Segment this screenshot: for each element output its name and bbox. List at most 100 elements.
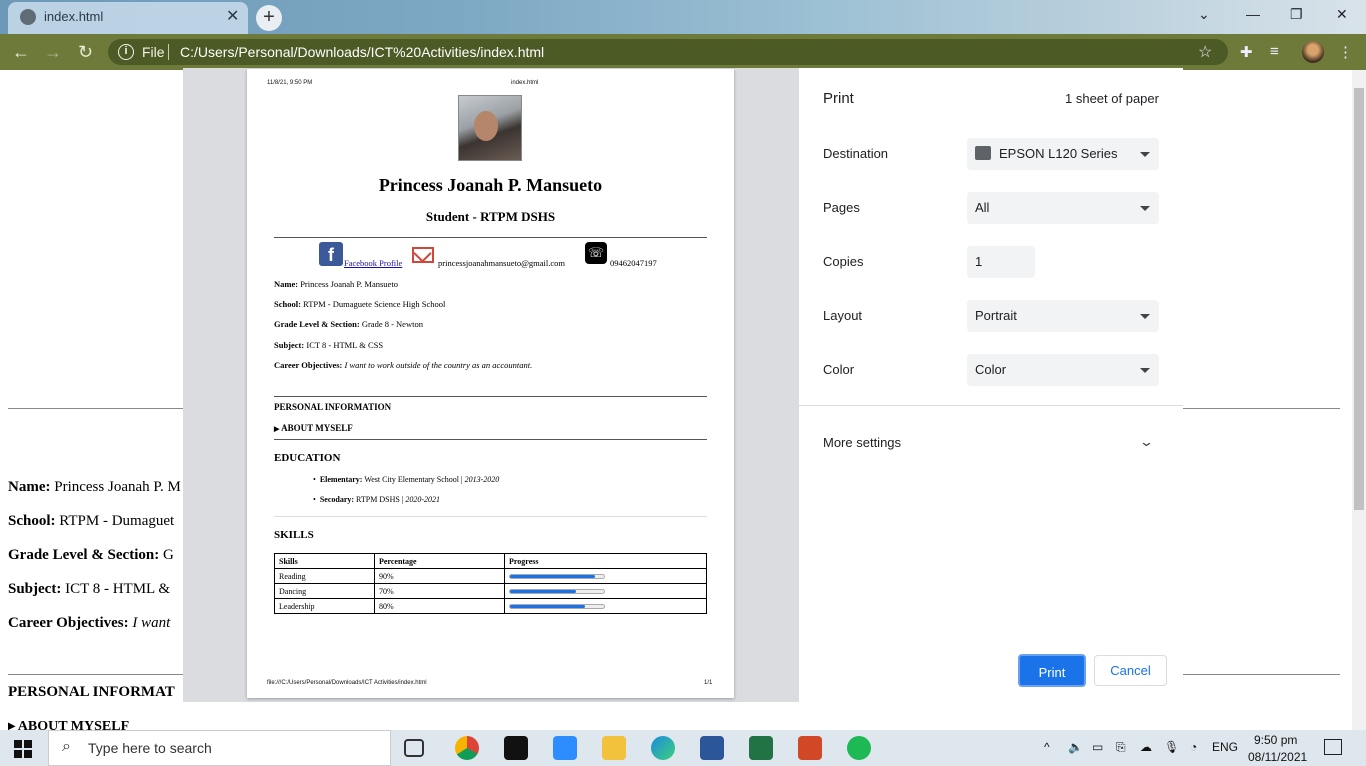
wifi-icon[interactable]: ◔ bbox=[1190, 740, 1197, 754]
table-header-row: Skills Percentage Progress bbox=[274, 553, 707, 569]
battery-icon[interactable]: ▭ bbox=[1092, 740, 1103, 754]
tab-title[interactable]: index.html bbox=[44, 9, 103, 24]
taskbar-search-placeholder[interactable]: Type here to search bbox=[88, 740, 212, 756]
preview-header-date: 11/8/21, 9:50 PM bbox=[267, 80, 313, 86]
info-name-row: Name: Princess Joanah P. Mansueto bbox=[274, 279, 398, 289]
chrome-icon[interactable] bbox=[455, 736, 479, 760]
new-tab-button[interactable]: + bbox=[256, 5, 282, 31]
color-label: Color bbox=[823, 362, 855, 377]
skill-name: Dancing bbox=[274, 583, 375, 599]
layout-select[interactable]: Portrait bbox=[967, 300, 1159, 332]
divider bbox=[274, 237, 707, 238]
copies-label: Copies bbox=[823, 254, 864, 269]
file-explorer-icon[interactable] bbox=[602, 736, 626, 760]
usb-icon[interactable]: ⎘ bbox=[1116, 740, 1126, 755]
info-career-row: Career Objectives: I want to work outsid… bbox=[274, 360, 533, 370]
layout-label: Layout bbox=[823, 308, 863, 323]
chevron-up-icon[interactable]: ^ bbox=[1044, 740, 1050, 754]
email-text: princessjoanahmansueto@gmail.com bbox=[438, 258, 566, 268]
search-icon: ⌕ bbox=[62, 738, 71, 755]
edge-icon[interactable] bbox=[651, 736, 675, 760]
personal-info-heading: PERSONAL INFORMATION bbox=[274, 402, 392, 412]
preview-page: 11/8/21, 9:50 PM index.html Princess Joa… bbox=[247, 69, 734, 698]
word-icon[interactable] bbox=[700, 736, 724, 760]
progress-fill bbox=[510, 590, 576, 594]
progress-bar bbox=[509, 589, 605, 595]
preview-header-title: index.html bbox=[511, 80, 539, 86]
education-heading: EDUCATION bbox=[274, 452, 341, 464]
print-button[interactable]: Print bbox=[1018, 654, 1086, 687]
progress-fill bbox=[510, 605, 586, 609]
more-settings-toggle[interactable]: More settings bbox=[823, 435, 901, 450]
clock-date[interactable]: 08/11/2021 bbox=[1248, 750, 1307, 764]
triangle-right-icon: ▶ bbox=[274, 425, 280, 433]
education-item-secondary: • Secodary: RTPM DSHS | 2020-2021 bbox=[313, 495, 441, 504]
address-scheme: File bbox=[142, 44, 165, 60]
cancel-button[interactable]: Cancel bbox=[1094, 655, 1167, 686]
menu-icon[interactable]: ⋮ bbox=[1338, 43, 1353, 61]
bookmark-star-icon[interactable]: ☆ bbox=[1198, 42, 1212, 62]
zoom-icon[interactable] bbox=[553, 736, 577, 760]
chevron-down-icon[interactable]: ⌄ bbox=[1139, 434, 1154, 450]
progress-bar bbox=[509, 574, 605, 580]
window-close-icon[interactable]: ✕ bbox=[1336, 6, 1348, 23]
onedrive-icon[interactable]: ☁ bbox=[1140, 740, 1152, 754]
facebook-link[interactable]: Facebook Profile bbox=[344, 258, 402, 268]
reload-icon[interactable]: ↻ bbox=[78, 42, 93, 63]
minimize-icon[interactable]: — bbox=[1246, 6, 1260, 22]
restore-icon[interactable]: ❐ bbox=[1290, 6, 1303, 23]
spotify-icon[interactable] bbox=[847, 736, 871, 760]
info-grade-row: Grade Level & Section: Grade 8 - Newton bbox=[274, 319, 423, 329]
microphone-icon[interactable]: 🎙 bbox=[1164, 740, 1179, 754]
skill-name: Leadership bbox=[274, 598, 375, 614]
address-url[interactable]: C:/Users/Personal/Downloads/ICT%20Activi… bbox=[180, 44, 544, 60]
excel-icon[interactable] bbox=[749, 736, 773, 760]
tab-close-icon[interactable]: ✕ bbox=[226, 6, 239, 26]
extensions-icon[interactable]: ✚ bbox=[1240, 43, 1253, 61]
bg-about-summary[interactable]: ▸ ABOUT MYSELF bbox=[8, 718, 129, 730]
scrollbar-thumb[interactable] bbox=[1354, 88, 1364, 510]
divider bbox=[274, 516, 707, 517]
task-view-icon[interactable] bbox=[404, 739, 424, 757]
education-item-elementary: • Elementary: West City Elementary Schoo… bbox=[313, 475, 500, 484]
info-school-row: School: RTPM - Dumaguete Science High Sc… bbox=[274, 299, 446, 309]
bg-name-row: Name: Princess Joanah P. M bbox=[8, 479, 181, 495]
resume-role: Student - RTPM DSHS bbox=[425, 209, 556, 224]
facebook-icon: f bbox=[319, 242, 343, 266]
preview-footer-page: 1/1 bbox=[704, 680, 713, 686]
windows-start-icon[interactable] bbox=[14, 740, 32, 758]
color-select[interactable]: Color bbox=[967, 354, 1159, 386]
chevron-down-icon bbox=[1140, 152, 1150, 157]
skill-percent: 90% bbox=[374, 568, 505, 584]
table-row: Dancing 70% bbox=[274, 583, 707, 599]
back-icon[interactable]: ← bbox=[12, 42, 30, 63]
info-icon[interactable]: i bbox=[118, 44, 134, 60]
tab-search-chevron-icon[interactable]: ⌄ bbox=[1198, 6, 1210, 23]
profile-photo-face bbox=[474, 111, 498, 141]
obs-icon[interactable] bbox=[504, 736, 528, 760]
notification-icon[interactable] bbox=[1324, 739, 1342, 755]
forward-icon[interactable]: → bbox=[44, 42, 62, 63]
gmail-icon bbox=[412, 247, 434, 263]
table-row: Leadership 80% bbox=[274, 598, 707, 614]
progress-bar bbox=[509, 604, 605, 610]
column-header: Skills bbox=[274, 553, 375, 569]
panel-divider bbox=[799, 405, 1183, 406]
destination-select[interactable]: EPSON L120 Series bbox=[967, 138, 1159, 170]
skill-progress-cell bbox=[504, 568, 707, 584]
clock-time[interactable]: 9:50 pm bbox=[1254, 733, 1297, 747]
chevron-down-icon bbox=[1140, 206, 1150, 211]
about-myself-summary[interactable]: ▶ ABOUT MYSELF bbox=[274, 423, 353, 433]
skills-heading: SKILLS bbox=[274, 529, 314, 541]
copies-input[interactable]: 1 bbox=[967, 246, 1035, 278]
profile-avatar[interactable] bbox=[1302, 41, 1324, 63]
speaker-icon[interactable]: 🔈 bbox=[1068, 740, 1083, 754]
skill-progress-cell bbox=[504, 583, 707, 599]
powerpoint-icon[interactable] bbox=[798, 736, 822, 760]
language-indicator[interactable]: ENG bbox=[1212, 740, 1238, 754]
sheet-count: 1 sheet of paper bbox=[1065, 91, 1159, 106]
pages-select[interactable]: All bbox=[967, 192, 1159, 224]
reading-list-icon[interactable]: ≡ bbox=[1270, 43, 1279, 60]
skill-percent: 70% bbox=[374, 583, 505, 599]
chevron-down-icon bbox=[1140, 368, 1150, 373]
